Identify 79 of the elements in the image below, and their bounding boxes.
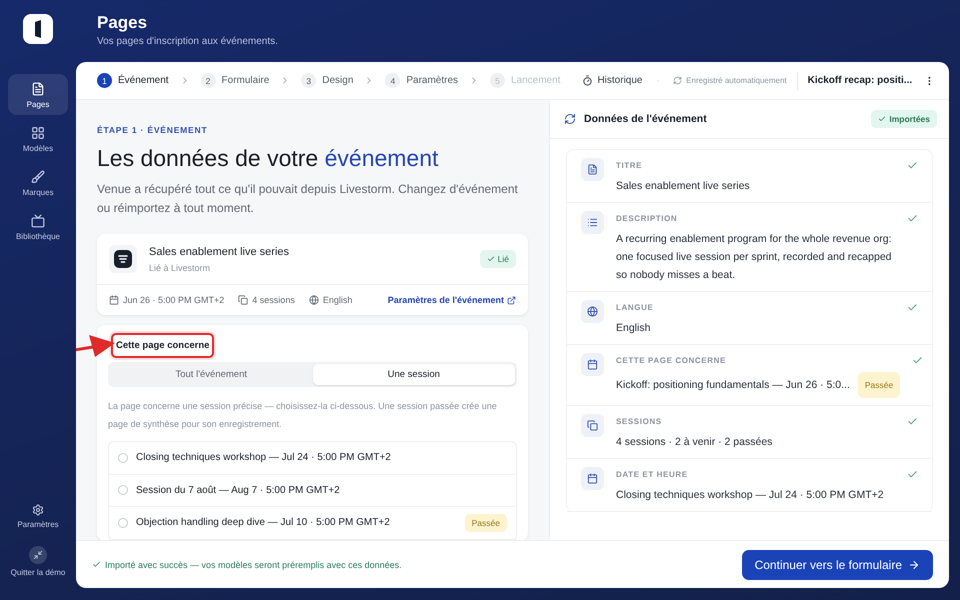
success-message: Importé avec succès — vos modèles seront préremplis avec ces données. bbox=[92, 560, 402, 570]
autosave-status: Enregistré automatiquement bbox=[673, 72, 798, 90]
event-meta: Jun 26 · 5:00 PM GMT+2 bbox=[109, 295, 224, 305]
field-value: Kickoff: positioning fundamentals — Jun 26 · 5:0... bbox=[616, 378, 850, 393]
field-label: DATE ET HEURE bbox=[616, 470, 689, 479]
scope-label: Cette page concerne bbox=[111, 333, 214, 358]
field-value: Sales enablement live series bbox=[616, 179, 750, 194]
scope-option[interactable]: Une session bbox=[312, 364, 515, 385]
field-label: TITRE bbox=[616, 161, 644, 170]
field-value: 4 sessions · 2 à venir · 2 passées bbox=[616, 435, 772, 450]
scope-help-text: La page concerne une session précise — choisissez-la ci-dessous. Une session passée crée une page de synthèse pour son enregistrement. bbox=[108, 400, 498, 431]
field-label: CETTE PAGE CONCERNE bbox=[616, 356, 727, 365]
session-option[interactable]: Session du 7 août — Aug 7 · 5:00 PM GMT+2 bbox=[109, 474, 516, 507]
step-tab[interactable]: 2 Formulaire bbox=[200, 73, 270, 88]
sidebar-item[interactable]: Modèles bbox=[8, 118, 68, 159]
step-tab[interactable]: 4 Paramètres bbox=[385, 73, 458, 88]
sidebar-item[interactable]: Marques bbox=[8, 162, 68, 203]
linked-badge: Lié bbox=[480, 250, 516, 268]
calendar-icon bbox=[109, 295, 119, 305]
sync-icon bbox=[673, 76, 682, 85]
brush-icon bbox=[31, 170, 45, 184]
check-icon bbox=[486, 255, 495, 263]
globe-icon bbox=[587, 306, 598, 317]
past-badge: Passée bbox=[464, 514, 507, 532]
event-source: Lié à Livestorm bbox=[149, 262, 212, 272]
sidebar-item[interactable]: Bibliothèque bbox=[8, 206, 68, 247]
globe-icon bbox=[308, 295, 319, 305]
sidebar-item[interactable]: Paramètres bbox=[8, 496, 68, 535]
radio-button[interactable] bbox=[118, 518, 128, 528]
sidebar-item[interactable]: Pages bbox=[8, 74, 68, 115]
scope-option[interactable]: Tout l'événement bbox=[110, 364, 312, 385]
gear-icon bbox=[32, 504, 44, 516]
copy-icon bbox=[238, 295, 248, 305]
event-logo bbox=[109, 245, 137, 273]
field-value: English bbox=[616, 321, 650, 336]
check-icon bbox=[92, 560, 101, 569]
section-heading: Les données de votre événement bbox=[97, 145, 440, 172]
radio-button[interactable] bbox=[118, 485, 128, 496]
exit-icon bbox=[33, 550, 43, 560]
intro-text: Venue a récupéré tout ce qu'il pouvait depuis Livestorm. Changez d'événement ou réimportez à tout moment. bbox=[97, 181, 519, 217]
sync-icon bbox=[564, 113, 576, 125]
session-option[interactable]: Objection handling deep dive — Jul 10 · 5:00 PM GMT+2 Passée bbox=[109, 507, 516, 540]
separator-dot: · bbox=[656, 76, 660, 85]
field-label: DESCRIPTION bbox=[616, 214, 678, 223]
session-option[interactable]: Closing techniques workshop — Jul 24 · 5:00 PM GMT+2 bbox=[109, 442, 516, 474]
timer-icon bbox=[582, 75, 594, 86]
field-label: SESSIONS bbox=[616, 417, 663, 426]
imported-badge: Importées bbox=[871, 110, 937, 128]
step-tab[interactable]: 1 Événement bbox=[97, 73, 169, 88]
arrow-right-icon bbox=[908, 558, 920, 570]
step-tab[interactable]: 3 Design bbox=[301, 73, 354, 88]
past-badge: Passée bbox=[858, 372, 900, 398]
app-logo bbox=[23, 14, 53, 44]
page-icon bbox=[31, 82, 45, 96]
calendar-icon bbox=[587, 359, 598, 370]
field-label: LANGUE bbox=[616, 303, 654, 312]
panel-title: Données de l'événement bbox=[584, 113, 708, 125]
grid-icon bbox=[31, 126, 45, 140]
event-meta: English bbox=[308, 295, 352, 305]
event-settings-link[interactable]: Paramètres de l'événement bbox=[388, 295, 516, 305]
tv-icon bbox=[31, 214, 45, 228]
document-icon bbox=[587, 164, 598, 175]
calendar-icon bbox=[587, 473, 598, 484]
field-value: A recurring enablement program for the whole revenue org: one focused live session per sprint, recorded and recapped so nobody misses a beat. bbox=[616, 232, 893, 283]
page-subtitle: Vos pages d'inscription aux événements. bbox=[97, 36, 279, 47]
check-icon bbox=[878, 115, 886, 123]
list-icon bbox=[587, 217, 598, 228]
external-link-icon bbox=[507, 296, 516, 304]
event-title: Sales enablement live series bbox=[149, 246, 290, 258]
radio-button[interactable] bbox=[118, 452, 128, 463]
copy-icon bbox=[587, 420, 598, 431]
continue-button[interactable]: Continuer vers le formulaire bbox=[742, 550, 933, 580]
page-name: Kickoff recap: positi... bbox=[808, 75, 912, 86]
sidebar-item[interactable]: Quitter la démo bbox=[8, 538, 68, 583]
step-eyebrow: ÉTAPE 1 · ÉVÉNEMENT bbox=[97, 125, 208, 135]
page-title: Pages bbox=[97, 13, 148, 33]
event-meta: 4 sessions bbox=[238, 295, 295, 305]
history-button[interactable]: Historique bbox=[582, 75, 642, 86]
field-value: Closing techniques workshop — Jul 24 · 5:00 PM GMT+2 bbox=[616, 488, 884, 503]
